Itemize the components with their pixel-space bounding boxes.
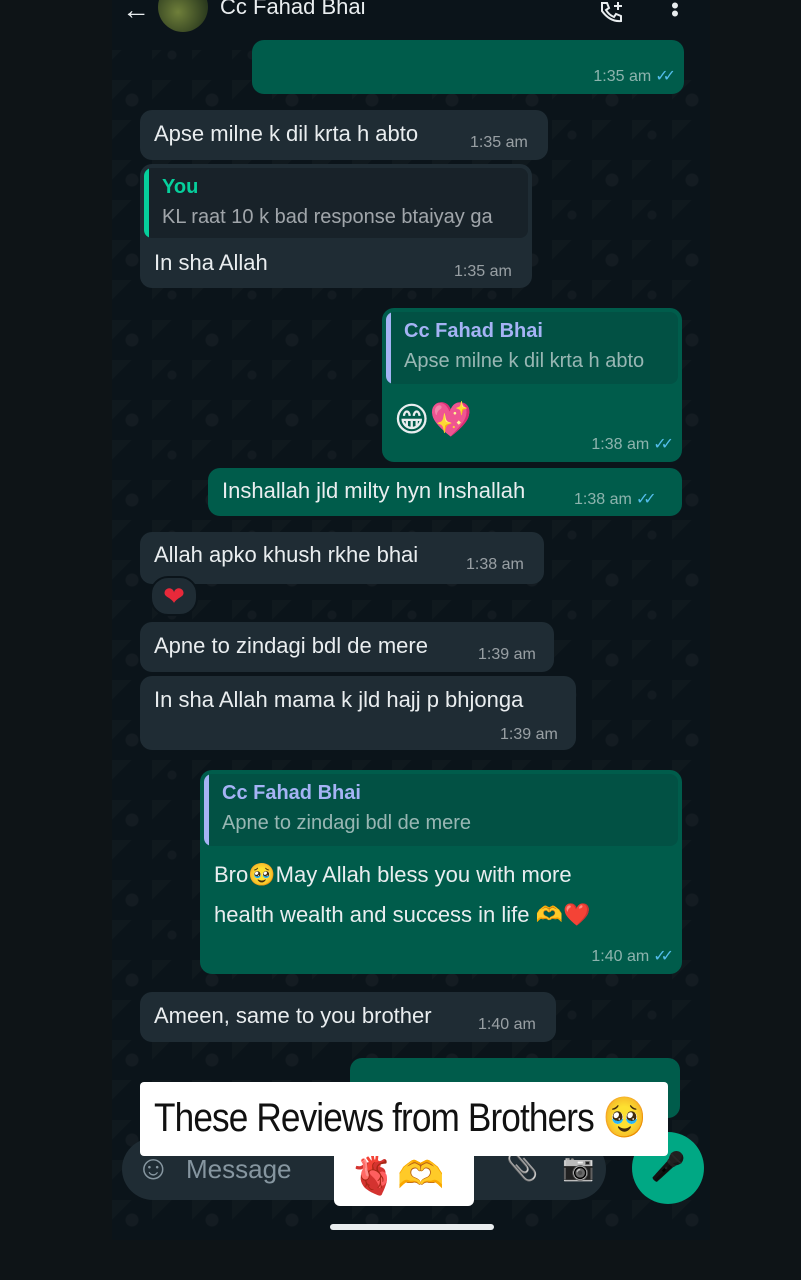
read-ticks-icon: ✓✓ bbox=[635, 491, 657, 508]
message-text: Ameen, same to you brother bbox=[154, 1003, 432, 1028]
message-bubble-incoming[interactable]: Apne to zindagi bdl de mere 1:39 am bbox=[140, 622, 554, 672]
message-emoji: 😁💖 bbox=[394, 401, 472, 439]
message-text: In sha Allah bbox=[154, 250, 268, 275]
message-text-part: May Allah bless you with more bbox=[275, 862, 572, 887]
message-text: Allah apko khush rkhe bhai bbox=[154, 542, 419, 567]
add-call-icon[interactable] bbox=[598, 0, 626, 24]
contact-avatar[interactable] bbox=[158, 0, 208, 32]
message-bubble-incoming[interactable]: Apse milne k dil krta h abto 1:35 am bbox=[140, 110, 548, 160]
quote-accent-bar bbox=[386, 312, 391, 384]
message-bubble-incoming[interactable]: In sha Allah mama k jld hajj p bhjonga 1… bbox=[140, 676, 576, 750]
message-bubble-incoming[interactable]: Ameen, same to you brother 1:40 am bbox=[140, 992, 556, 1042]
quote-text: KL raat 10 k bad response btaiyay ga bbox=[162, 206, 493, 228]
camera-icon[interactable]: 📷 bbox=[562, 1152, 594, 1183]
message-text-line: health wealth and success in life 🫶❤️ bbox=[214, 902, 590, 928]
overlay-caption: These Reviews from Brothers 🥹 bbox=[154, 1094, 647, 1141]
quote-author: Cc Fahad Bhai bbox=[404, 320, 543, 342]
quote-text: Apne to zindagi bdl de mere bbox=[222, 812, 472, 834]
message-text: In sha Allah mama k jld hajj p bhjonga bbox=[154, 687, 524, 712]
reaction-chip[interactable]: ❤ bbox=[150, 576, 198, 616]
quote-author: Cc Fahad Bhai bbox=[222, 782, 361, 804]
message-time: 1:40 am bbox=[591, 948, 650, 965]
message-bubble-outgoing[interactable]: Cc Fahad Bhai Apse milne k dil krta h ab… bbox=[382, 308, 682, 462]
message-time: 1:39 am bbox=[478, 646, 536, 663]
overlay-emojis: 🫀🫶 bbox=[350, 1155, 445, 1197]
overlay-caption-banner: These Reviews from Brothers 🥹 bbox=[140, 1082, 668, 1156]
pleading-face-emoji: 🥹 bbox=[602, 1096, 647, 1140]
overlay-caption-text: These Reviews from Brothers bbox=[154, 1096, 595, 1140]
back-arrow-icon[interactable]: ← bbox=[122, 0, 150, 24]
quote-accent-bar bbox=[144, 168, 149, 238]
message-time: 1:40 am bbox=[478, 1016, 536, 1033]
message-time: 1:39 am bbox=[500, 726, 558, 743]
message-bubble-outgoing[interactable]: Cc Fahad Bhai Apne to zindagi bdl de mer… bbox=[200, 770, 682, 974]
read-ticks-icon: ✓✓ bbox=[655, 68, 676, 85]
home-indicator[interactable] bbox=[330, 1224, 494, 1230]
quote-author: You bbox=[162, 176, 199, 198]
message-text-part: health wealth and success in life bbox=[214, 902, 530, 927]
more-options-icon[interactable]: • • bbox=[670, 0, 680, 25]
message-text-part: Bro bbox=[214, 862, 249, 887]
quoted-message[interactable]: You KL raat 10 k bad response btaiyay ga bbox=[144, 168, 528, 238]
message-input[interactable]: Message bbox=[186, 1154, 292, 1185]
contact-name[interactable]: Cc Fahad Bhai bbox=[220, 0, 366, 20]
message-text: Inshallah jld milty hyn Inshallah bbox=[222, 478, 526, 503]
message-text: Apne to zindagi bdl de mere bbox=[154, 633, 428, 658]
heart-hands-emoji: 🫶❤️ bbox=[535, 902, 591, 927]
message-bubble-incoming[interactable]: You KL raat 10 k bad response btaiyay ga… bbox=[140, 164, 532, 288]
read-ticks-icon: ✓✓ bbox=[653, 948, 674, 965]
message-bubble-outgoing[interactable]: 1:35 am ✓✓ bbox=[252, 40, 684, 94]
quote-text: Apse milne k dil krta h abto bbox=[404, 350, 645, 372]
message-bubble-outgoing[interactable]: Inshallah jld milty hyn Inshallah 1:38 a… bbox=[208, 468, 682, 516]
message-text: Apse milne k dil krta h abto bbox=[154, 121, 419, 146]
message-time: 1:35 am bbox=[593, 68, 652, 85]
pleading-face-emoji: 🥹 bbox=[248, 862, 276, 887]
chat-screen: ← Cc Fahad Bhai • • 1:35 am ✓✓ Apse milne … bbox=[112, 0, 710, 1240]
quote-accent-bar bbox=[204, 774, 209, 846]
message-bubble-incoming[interactable]: Allah apko khush rkhe bhai 1:38 am bbox=[140, 532, 544, 584]
quoted-message[interactable]: Cc Fahad Bhai Apne to zindagi bdl de mer… bbox=[204, 774, 678, 846]
message-time: 1:35 am bbox=[470, 134, 528, 151]
message-time: 1:35 am bbox=[454, 263, 512, 280]
quoted-message[interactable]: Cc Fahad Bhai Apse milne k dil krta h ab… bbox=[386, 312, 678, 384]
message-text-line: Bro🥹May Allah bless you with more bbox=[214, 862, 572, 888]
message-time: 1:38 am bbox=[591, 436, 650, 453]
attach-icon[interactable]: 📎 bbox=[506, 1152, 538, 1183]
message-time: 1:38 am bbox=[574, 491, 632, 508]
message-time: 1:38 am bbox=[466, 556, 524, 573]
heart-reaction-icon: ❤ bbox=[163, 581, 185, 611]
read-ticks-icon: ✓✓ bbox=[653, 436, 674, 453]
